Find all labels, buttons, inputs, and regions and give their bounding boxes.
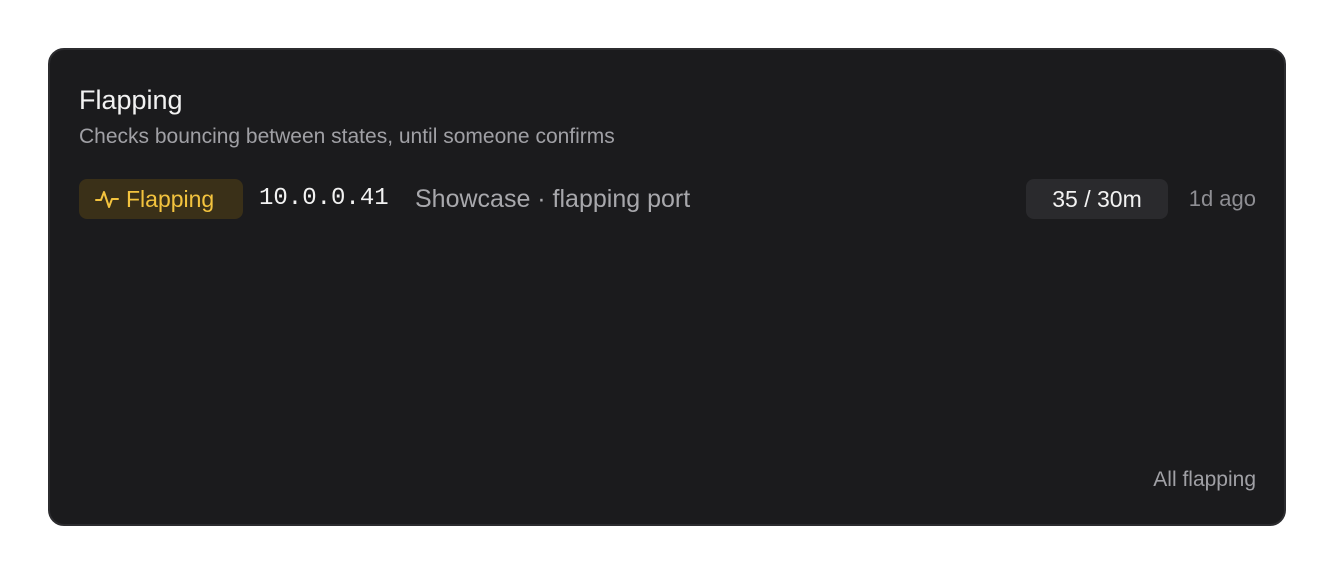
- card-title: Flapping: [79, 85, 183, 115]
- timestamp: 1d ago: [1188, 186, 1256, 211]
- card-subtitle: Checks bouncing between states, until so…: [79, 125, 615, 148]
- list-item[interactable]: Flapping 10.0.0.41 Showcase · flapping p…: [79, 179, 1256, 219]
- check-description: Showcase · flapping port: [415, 185, 691, 213]
- flap-count-badge: 35 / 30m: [1026, 179, 1168, 219]
- flapping-card: Flapping Checks bouncing between states,…: [48, 48, 1286, 526]
- host-address: 10.0.0.41: [259, 185, 389, 212]
- status-badge-label: Flapping: [126, 186, 215, 212]
- all-flapping-link[interactable]: All flapping: [1153, 466, 1256, 494]
- activity-pulse-icon: [95, 188, 119, 210]
- status-badge: Flapping: [79, 179, 243, 219]
